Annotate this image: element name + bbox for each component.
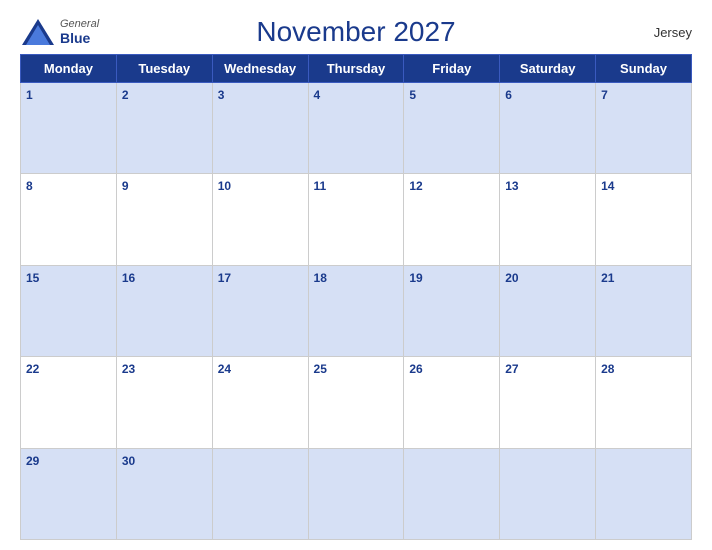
region-label: Jersey — [654, 25, 692, 40]
day-number: 28 — [601, 362, 614, 376]
table-row: 18 — [308, 265, 404, 356]
table-row: 11 — [308, 174, 404, 265]
table-row: 3 — [212, 83, 308, 174]
table-row: 29 — [21, 448, 117, 539]
table-row: 4 — [308, 83, 404, 174]
day-number: 25 — [314, 362, 327, 376]
table-row: 7 — [596, 83, 692, 174]
day-number: 3 — [218, 88, 225, 102]
table-row: 25 — [308, 357, 404, 448]
logo: General Blue — [20, 17, 99, 47]
day-number: 27 — [505, 362, 518, 376]
table-row: 12 — [404, 174, 500, 265]
calendar-title: November 2027 — [256, 16, 455, 48]
calendar-week-row: 22 23 24 25 26 27 28 — [21, 357, 692, 448]
calendar-week-row: 29 30 — [21, 448, 692, 539]
calendar-table: Monday Tuesday Wednesday Thursday Friday… — [20, 54, 692, 540]
day-number: 18 — [314, 271, 327, 285]
day-number: 9 — [122, 179, 129, 193]
table-row: 21 — [596, 265, 692, 356]
day-number: 11 — [314, 179, 327, 193]
day-number: 22 — [26, 362, 39, 376]
day-number: 13 — [505, 179, 518, 193]
table-row: 10 — [212, 174, 308, 265]
day-number: 1 — [26, 88, 33, 102]
table-row — [596, 448, 692, 539]
col-saturday: Saturday — [500, 55, 596, 83]
day-number: 19 — [409, 271, 422, 285]
table-row — [212, 448, 308, 539]
col-wednesday: Wednesday — [212, 55, 308, 83]
day-number: 23 — [122, 362, 135, 376]
calendar-week-row: 1 2 3 4 5 6 7 — [21, 83, 692, 174]
table-row: 5 — [404, 83, 500, 174]
table-row: 22 — [21, 357, 117, 448]
day-number: 20 — [505, 271, 518, 285]
table-row: 23 — [116, 357, 212, 448]
table-row: 17 — [212, 265, 308, 356]
day-number: 4 — [314, 88, 321, 102]
day-number: 15 — [26, 271, 39, 285]
logo-general-text: General — [60, 18, 99, 30]
table-row — [404, 448, 500, 539]
table-row — [308, 448, 404, 539]
day-number: 21 — [601, 271, 614, 285]
day-number: 17 — [218, 271, 231, 285]
col-tuesday: Tuesday — [116, 55, 212, 83]
calendar-header-row: Monday Tuesday Wednesday Thursday Friday… — [21, 55, 692, 83]
day-number: 29 — [26, 454, 39, 468]
day-number: 24 — [218, 362, 231, 376]
logo-icon — [20, 17, 56, 47]
day-number: 2 — [122, 88, 129, 102]
day-number: 7 — [601, 88, 608, 102]
day-number: 5 — [409, 88, 416, 102]
table-row: 16 — [116, 265, 212, 356]
table-row: 6 — [500, 83, 596, 174]
logo-blue-text: Blue — [60, 30, 99, 46]
day-number: 16 — [122, 271, 135, 285]
col-thursday: Thursday — [308, 55, 404, 83]
day-number: 14 — [601, 179, 614, 193]
day-number: 10 — [218, 179, 231, 193]
table-row: 28 — [596, 357, 692, 448]
day-number: 12 — [409, 179, 422, 193]
day-number: 26 — [409, 362, 422, 376]
table-row: 14 — [596, 174, 692, 265]
calendar-header: General Blue November 2027 Jersey — [20, 10, 692, 48]
table-row: 9 — [116, 174, 212, 265]
table-row: 26 — [404, 357, 500, 448]
table-row: 20 — [500, 265, 596, 356]
col-sunday: Sunday — [596, 55, 692, 83]
calendar-week-row: 15 16 17 18 19 20 21 — [21, 265, 692, 356]
table-row: 13 — [500, 174, 596, 265]
calendar-body: 1234567891011121314151617181920212223242… — [21, 83, 692, 540]
table-row: 19 — [404, 265, 500, 356]
table-row: 15 — [21, 265, 117, 356]
table-row: 8 — [21, 174, 117, 265]
table-row: 30 — [116, 448, 212, 539]
table-row: 1 — [21, 83, 117, 174]
col-friday: Friday — [404, 55, 500, 83]
table-row — [500, 448, 596, 539]
table-row: 24 — [212, 357, 308, 448]
table-row: 2 — [116, 83, 212, 174]
col-monday: Monday — [21, 55, 117, 83]
day-number: 6 — [505, 88, 512, 102]
day-number: 30 — [122, 454, 135, 468]
calendar-week-row: 8 9 10 11 12 13 14 — [21, 174, 692, 265]
table-row: 27 — [500, 357, 596, 448]
day-number: 8 — [26, 179, 33, 193]
